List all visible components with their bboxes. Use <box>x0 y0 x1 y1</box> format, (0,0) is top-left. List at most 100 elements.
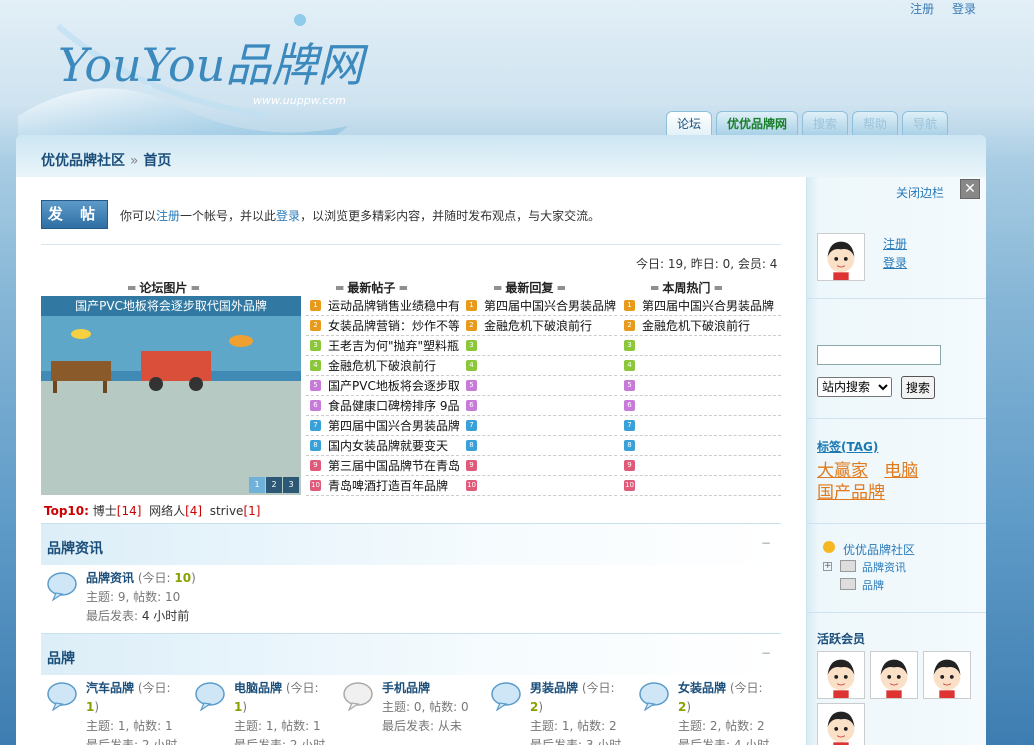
forum-today-count: 2 <box>530 700 539 714</box>
forum-name[interactable]: 手机品牌 <box>382 681 430 695</box>
top-register-link[interactable]: 注册 <box>910 2 934 16</box>
slide-title[interactable]: 国产PVC地板将会逐步取代国外品牌 <box>41 296 301 316</box>
content-wrapper: 优优品牌社区 » 首页 发 帖 你可以注册一个帐号，并以此登录，以浏览更多精彩内… <box>16 135 986 745</box>
rank-icon: 5 <box>624 380 635 391</box>
col-header-hot: ═ 本周热门 ═ <box>651 281 722 295</box>
side-search-box: 站内搜索 搜索 <box>807 299 986 419</box>
thread-link[interactable]: 王老吉为何"抛弃"塑料瓶 <box>328 337 459 354</box>
rank-icon: 5 <box>310 380 321 391</box>
tag-link[interactable]: 国产品牌 <box>817 483 885 503</box>
forum-slideshow[interactable]: 国产PVC地板将会逐步取代国外品牌 1 2 3 <box>41 296 301 495</box>
tree-item-brand[interactable]: 品牌 <box>862 577 884 593</box>
top10-user[interactable]: 博士[14] <box>93 504 142 518</box>
thread-link[interactable]: 运动品牌销售业绩稳中有 <box>328 297 459 314</box>
new-post-button[interactable]: 发 帖 <box>41 200 108 229</box>
forum-new-icon <box>639 682 669 711</box>
top10-user[interactable]: strive[1] <box>210 504 261 518</box>
tree-item-brand-news[interactable]: 品牌资讯 <box>862 559 906 575</box>
main-content: 发 帖 你可以注册一个帐号，并以此登录，以浏览更多精彩内容，并随时发布观点，与大… <box>16 177 806 745</box>
intro-login-link[interactable]: 登录 <box>276 209 300 223</box>
section-title[interactable]: 品牌 <box>47 651 75 667</box>
list-item: 9 <box>620 456 781 476</box>
top10-user-name[interactable]: strive <box>210 504 244 518</box>
forum-name[interactable]: 电脑品牌 <box>234 681 282 695</box>
new-replies-list: 1 第四届中国兴合男装品牌 2 金融危机下破浪前行 3 4 5 6 7 8 9 10 <box>462 296 617 496</box>
site-logo[interactable]: YouYou品牌网 www.uuppw.com <box>18 6 418 156</box>
thread-link[interactable]: 第三届中国品牌节在青岛 <box>328 457 459 474</box>
forum-name[interactable]: 品牌资讯 <box>86 571 134 585</box>
list-item: 4 <box>462 356 617 376</box>
tab-search[interactable]: 搜索 <box>802 111 849 135</box>
close-icon[interactable]: ✕ <box>960 179 980 199</box>
forum-last-post[interactable]: 最后发表: 从未 <box>382 717 469 736</box>
tab-help[interactable]: 帮助 <box>852 111 899 135</box>
rank-icon: 3 <box>466 340 477 351</box>
forum-new-icon <box>195 682 225 711</box>
forum-last-post[interactable]: 最后发表: 2 小时 <box>86 736 177 745</box>
forum-last-post[interactable]: 最后发表: 2 小时 <box>234 736 325 745</box>
forum-last-label: 最后发表: <box>86 609 142 623</box>
thread-link[interactable]: 食品健康口碑榜排序 9品 <box>328 397 459 414</box>
side-register-link[interactable]: 注册 <box>883 235 907 252</box>
breadcrumb-root[interactable]: 优优品牌社区 <box>41 153 125 169</box>
collapse-icon[interactable]: − <box>761 536 771 550</box>
forum-stats: 主题: 1, 帖数: 2 <box>530 719 617 733</box>
top-login-link[interactable]: 登录 <box>952 2 976 16</box>
slide-page-2[interactable]: 2 <box>266 477 282 493</box>
forum-name[interactable]: 汽车品牌 <box>86 681 134 695</box>
forum-today-count: 1 <box>86 700 95 714</box>
thread-link[interactable]: 青岛啤酒打造百年品牌 <box>328 477 448 494</box>
thread-link[interactable]: 第四届中国兴合男装品牌 <box>328 417 459 434</box>
member-avatar[interactable] <box>870 651 918 699</box>
intro-register-link[interactable]: 注册 <box>156 209 180 223</box>
tree-root[interactable]: 优优品牌社区 <box>843 541 915 558</box>
section-title[interactable]: 品牌资讯 <box>47 541 103 557</box>
slide-page-3[interactable]: 3 <box>283 477 299 493</box>
rank-icon: 6 <box>466 400 477 411</box>
side-search-scope[interactable]: 站内搜索 <box>817 377 892 397</box>
forum-today-label: (今日: <box>729 681 763 695</box>
thread-link[interactable]: 国产PVC地板将会逐步取 <box>328 377 459 394</box>
reply-link[interactable]: 金融危机下破浪前行 <box>484 317 592 334</box>
top10-user[interactable]: 网络人[4] <box>149 504 202 518</box>
rank-icon: 7 <box>466 420 477 431</box>
tag-link[interactable]: 大赢家 <box>817 461 868 481</box>
side-search-button[interactable]: 搜索 <box>901 376 935 399</box>
tab-forum[interactable]: 论坛 <box>666 111 713 135</box>
close-sidebar-link[interactable]: 关闭边栏 <box>896 184 944 201</box>
forum-last-post[interactable]: 最后发表: 4 小时 <box>678 736 769 745</box>
forum-last-post[interactable]: 4 小时前 <box>142 609 189 623</box>
member-avatar[interactable] <box>817 703 865 745</box>
tab-brand-site[interactable]: 优优品牌网 <box>716 111 799 135</box>
thread-link[interactable]: 女装品牌营销：炒作不等 <box>328 317 459 334</box>
forum-today-label: (今日: <box>137 571 175 585</box>
hot-thread-link[interactable]: 金融危机下破浪前行 <box>642 317 750 334</box>
slide-image[interactable] <box>41 296 301 495</box>
tag-link[interactable]: 电脑 <box>884 461 918 481</box>
rank-icon: 4 <box>624 360 635 371</box>
forum-last-post[interactable]: 最后发表: 3 小时 <box>530 736 621 745</box>
member-avatar[interactable] <box>923 651 971 699</box>
tab-navigation[interactable]: 导航 <box>902 111 949 135</box>
thread-link[interactable]: 国内女装品牌就要变天 <box>328 437 448 454</box>
side-login-link[interactable]: 登录 <box>883 254 907 271</box>
thread-link[interactable]: 金融危机下破浪前行 <box>328 357 436 374</box>
lightbulb-icon <box>823 541 835 553</box>
forum-name[interactable]: 男装品牌 <box>530 681 578 695</box>
svg-text:YouYou品牌网: YouYou品牌网 <box>58 38 369 92</box>
collapse-icon[interactable]: − <box>761 646 771 660</box>
reply-link[interactable]: 第四届中国兴合男装品牌 <box>484 297 616 314</box>
avatar[interactable] <box>817 233 865 281</box>
expand-icon[interactable]: + <box>823 562 832 571</box>
forum-name[interactable]: 女装品牌 <box>678 681 726 695</box>
list-item: 8 国内女装品牌就要变天 <box>306 436 459 456</box>
member-avatar[interactable] <box>817 651 865 699</box>
side-search-input[interactable] <box>817 345 941 365</box>
forum-item: 男装品牌 (今日: 2) 主题: 1, 帖数: 2 最后发表: 3 小时 <box>530 679 621 745</box>
tag-title[interactable]: 标签(TAG) <box>817 438 878 455</box>
top10-user-name[interactable]: 博士 <box>93 504 117 518</box>
top10-user-name[interactable]: 网络人 <box>149 504 185 518</box>
rank-icon: 4 <box>466 360 477 371</box>
hot-thread-link[interactable]: 第四届中国兴合男装品牌 <box>642 297 774 314</box>
slide-page-1[interactable]: 1 <box>249 477 265 493</box>
